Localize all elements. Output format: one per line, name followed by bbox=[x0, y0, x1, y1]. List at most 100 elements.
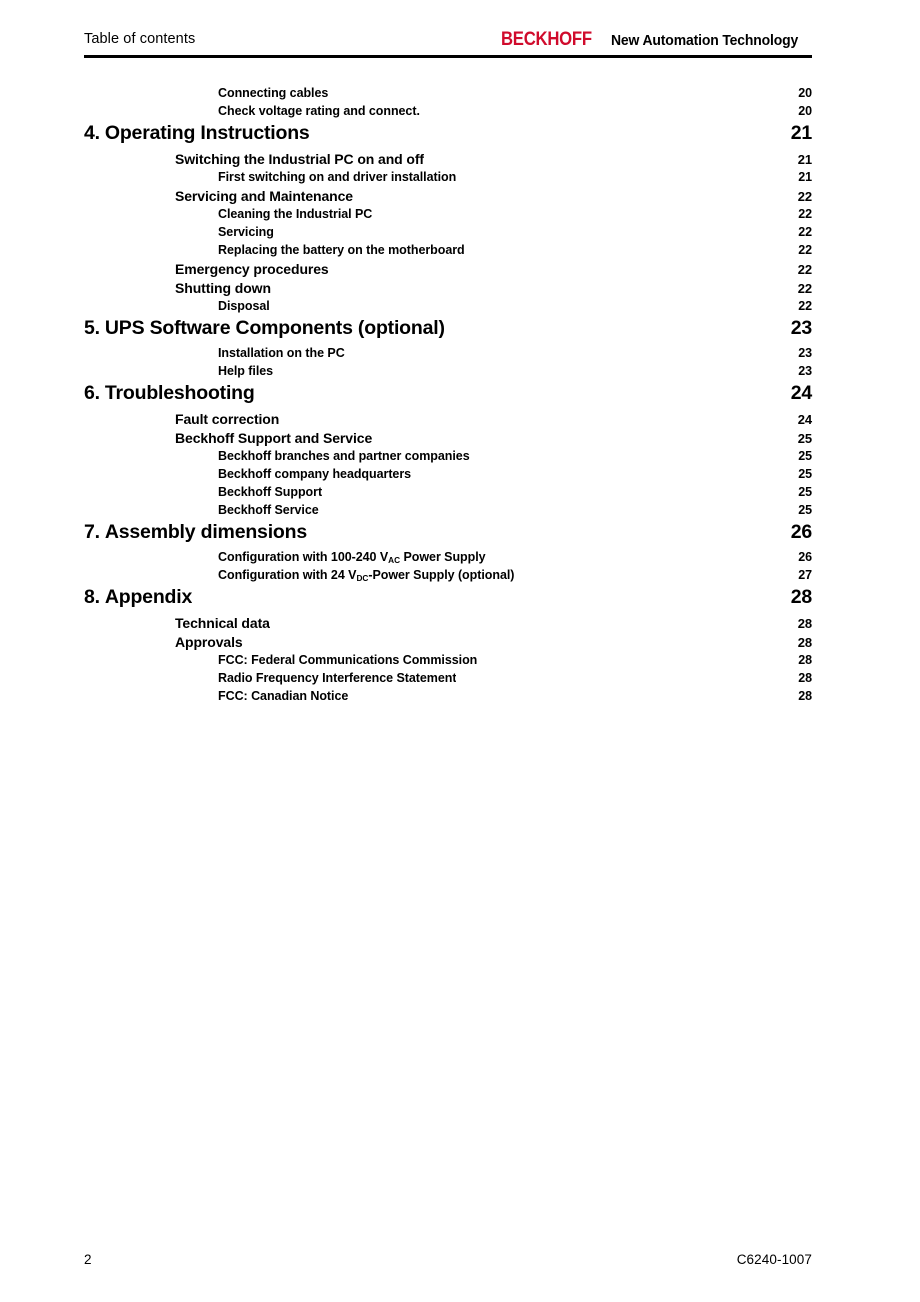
toc-entry-label: FCC: Canadian Notice bbox=[218, 689, 349, 703]
toc-entry-label: Radio Frequency Interference Statement bbox=[218, 671, 457, 685]
toc-entry-page-number: 21 bbox=[798, 170, 812, 184]
toc-entry-label: Connecting cables bbox=[218, 86, 329, 100]
toc-entry-label: Shutting down bbox=[175, 280, 271, 296]
toc-chapter-title: Appendix bbox=[104, 586, 193, 608]
toc-entry-label: Cleaning the Industrial PC bbox=[218, 207, 373, 221]
toc-entry-level-3[interactable]: Radio Frequency Interference Statement 28 bbox=[84, 671, 812, 689]
toc-entry-level-3[interactable]: Disposal 22 bbox=[84, 299, 812, 317]
toc-chapter-title: UPS Software Components (optional) bbox=[104, 317, 445, 339]
toc-entry-page-number: 28 bbox=[790, 586, 812, 608]
footer-page-number: 2 bbox=[84, 1252, 92, 1267]
toc-entry-label: Fault correction bbox=[175, 411, 280, 427]
toc-entry-page-number: 28 bbox=[798, 689, 812, 703]
toc-entry-page-number: 28 bbox=[798, 671, 812, 685]
brand-wordmark: BECKHOFF bbox=[500, 29, 592, 50]
toc-chapter-number: 5. bbox=[84, 317, 100, 339]
toc-entry-label: Approvals bbox=[175, 634, 243, 650]
toc-entry-label: Switching the Industrial PC on and off bbox=[175, 151, 424, 167]
toc-entry-level-2[interactable]: Technical data 28 bbox=[84, 615, 812, 634]
toc-entry-label: Replacing the battery on the motherboard bbox=[218, 243, 465, 257]
toc-entry-level-3[interactable]: Servicing 22 bbox=[84, 225, 812, 243]
toc-entry-level-3[interactable]: Beckhoff branches and partner companies 2… bbox=[84, 449, 812, 467]
toc-entry-level-2[interactable]: Switching the Industrial PC on and off 21 bbox=[84, 151, 812, 170]
toc-entry-level-2[interactable]: Servicing and Maintenance 22 bbox=[84, 188, 812, 207]
toc-entry-page-number: 22 bbox=[798, 243, 812, 257]
toc-entry-level-2[interactable]: Shutting down 22 bbox=[84, 280, 812, 299]
toc-entry-label: Configuration with 100-240 VAC Power Sup… bbox=[218, 550, 486, 564]
toc-entry-label: 8. Appendix bbox=[84, 586, 192, 609]
toc-entry-level-1[interactable]: 5. UPS Software Components (optional) 23 bbox=[84, 317, 812, 346]
toc-entry-level-3[interactable]: Installation on the PC 23 bbox=[84, 346, 812, 364]
document-page: Table of contents BECKHOFF New Automatio… bbox=[0, 0, 920, 1302]
toc-entry-level-3[interactable]: Connecting cables 20 bbox=[84, 86, 812, 104]
toc-entry-page-number: 27 bbox=[798, 568, 812, 582]
toc-entry-label: First switching on and driver installati… bbox=[218, 170, 457, 184]
toc-entry-label: FCC: Federal Communications Commission bbox=[218, 653, 478, 667]
toc-entry-level-3[interactable]: Beckhoff Service 25 bbox=[84, 503, 812, 521]
toc-entry-label: Servicing bbox=[218, 225, 274, 239]
toc-entry-level-1[interactable]: 7. Assembly dimensions 26 bbox=[84, 521, 812, 550]
toc-entry-page-number: 22 bbox=[798, 299, 812, 313]
toc-entry-page-number: 22 bbox=[797, 189, 812, 204]
toc-entry-level-3[interactable]: FCC: Federal Communications Commission 28 bbox=[84, 653, 812, 671]
toc-entry-label: Beckhoff Service bbox=[218, 503, 319, 517]
toc-entry-level-1[interactable]: 4. Operating Instructions 21 bbox=[84, 122, 812, 151]
toc-entry-label: Emergency procedures bbox=[175, 261, 329, 277]
toc-entry-level-3[interactable]: Beckhoff Support 25 bbox=[84, 485, 812, 503]
toc-entry-page-number: 25 bbox=[798, 449, 812, 463]
toc-entry-page-number: 25 bbox=[798, 467, 812, 481]
toc-entry-level-3[interactable]: Help files 23 bbox=[84, 364, 812, 382]
toc-entry-level-1[interactable]: 8. Appendix 28 bbox=[84, 586, 812, 615]
toc-entry-page-number: 22 bbox=[798, 207, 812, 221]
toc-entry-label: Servicing and Maintenance bbox=[175, 188, 353, 204]
toc-entry-level-3[interactable]: Check voltage rating and connect. 20 bbox=[84, 104, 812, 122]
footer-document-code: C6240-1007 bbox=[736, 1252, 812, 1267]
toc-entry-label: Beckhoff Support and Service bbox=[175, 430, 373, 446]
toc-entry-page-number: 28 bbox=[797, 616, 812, 631]
toc-entry-label: Technical data bbox=[175, 615, 270, 631]
page-title: Table of contents bbox=[84, 31, 196, 47]
toc-entry-level-3[interactable]: FCC: Canadian Notice 28 bbox=[84, 689, 812, 707]
toc-entry-page-number: 23 bbox=[790, 317, 812, 339]
toc-entry-level-2[interactable]: Fault correction 24 bbox=[84, 411, 812, 430]
toc-entry-level-3[interactable]: First switching on and driver installati… bbox=[84, 170, 812, 188]
toc-entry-page-number: 21 bbox=[790, 122, 812, 144]
toc-entry-page-number: 23 bbox=[798, 364, 812, 378]
brand-tagline: New Automation Technology bbox=[610, 32, 798, 49]
toc-entry-label: 4. Operating Instructions bbox=[84, 122, 310, 145]
toc-entry-page-number: 28 bbox=[798, 653, 812, 667]
toc-entry-page-number: 22 bbox=[797, 281, 812, 296]
toc-entry-level-2[interactable]: Emergency procedures 22 bbox=[84, 261, 812, 280]
toc-entry-label: Beckhoff Support bbox=[218, 485, 323, 499]
toc-entry-page-number: 22 bbox=[797, 262, 812, 277]
toc-entry-page-number: 26 bbox=[798, 550, 812, 564]
toc-chapter-number: 6. bbox=[84, 382, 100, 404]
toc-entry-level-2[interactable]: Approvals 28 bbox=[84, 634, 812, 653]
toc-entry-page-number: 25 bbox=[797, 431, 812, 446]
toc-entry-label: Configuration with 24 VDC-Power Supply (… bbox=[218, 568, 515, 582]
toc-entry-level-3[interactable]: Configuration with 24 VDC-Power Supply (… bbox=[84, 568, 812, 586]
toc-entry-label: 6. Troubleshooting bbox=[84, 382, 255, 405]
toc-entry-page-number: 20 bbox=[798, 104, 812, 118]
toc-entry-level-2[interactable]: Beckhoff Support and Service 25 bbox=[84, 430, 812, 449]
toc-entry-label: Installation on the PC bbox=[218, 346, 345, 360]
toc-entry-label: Disposal bbox=[218, 299, 270, 313]
toc-entry-level-3[interactable]: Configuration with 100-240 VAC Power Sup… bbox=[84, 550, 812, 568]
toc-entry-page-number: 28 bbox=[797, 635, 812, 650]
toc-entry-label: Help files bbox=[218, 364, 274, 378]
beckhoff-logo: BECKHOFF New Automation Technology bbox=[501, 30, 812, 51]
toc-entry-label: Beckhoff company headquarters bbox=[218, 467, 412, 481]
toc-entry-page-number: 26 bbox=[790, 521, 812, 543]
toc-entry-level-1[interactable]: 6. Troubleshooting 24 bbox=[84, 382, 812, 411]
toc-entry-page-number: 24 bbox=[797, 412, 812, 427]
page-footer: 2 C6240-1007 bbox=[84, 1252, 812, 1267]
toc-entry-level-3[interactable]: Beckhoff company headquarters 25 bbox=[84, 467, 812, 485]
toc-entry-label: 7. Assembly dimensions bbox=[84, 521, 307, 544]
table-of-contents: Connecting cables 20 Check voltage rating … bbox=[84, 86, 812, 707]
toc-chapter-number: 4. bbox=[84, 122, 100, 144]
toc-entry-level-3[interactable]: Replacing the battery on the motherboard… bbox=[84, 243, 812, 261]
toc-entry-level-3[interactable]: Cleaning the Industrial PC 22 bbox=[84, 207, 812, 225]
toc-entry-label: Beckhoff branches and partner companies bbox=[218, 449, 470, 463]
toc-entry-page-number: 22 bbox=[798, 225, 812, 239]
toc-entry-page-number: 21 bbox=[797, 152, 812, 167]
